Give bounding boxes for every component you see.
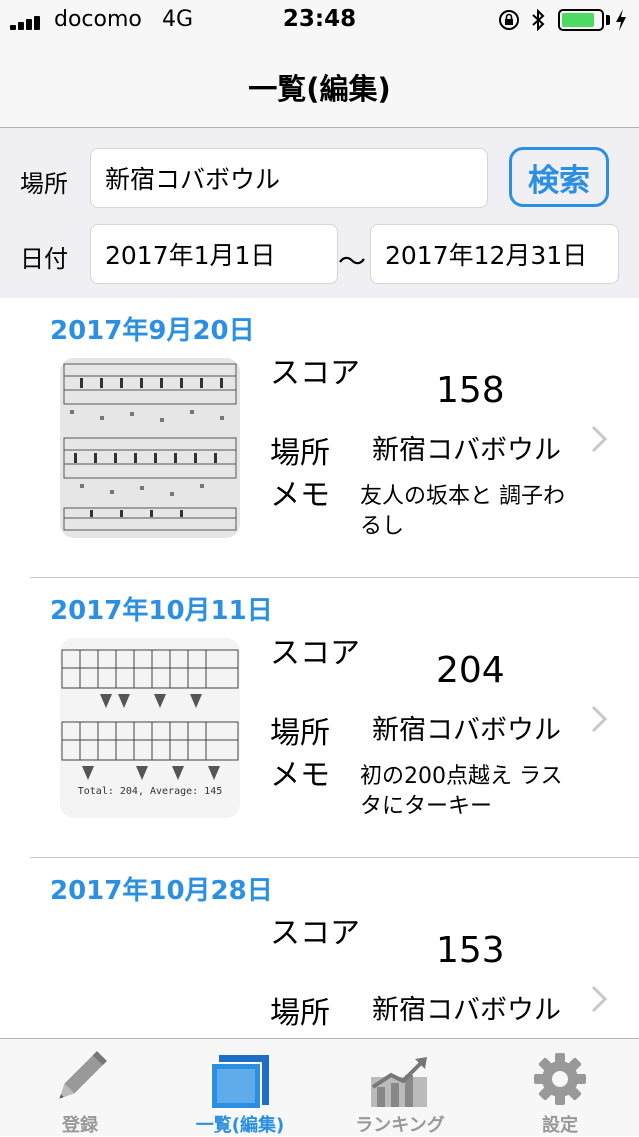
date-from-input[interactable]: 2017年1月1日 — [90, 224, 338, 284]
tab-label: 一覧(編集) — [195, 1115, 285, 1136]
date-to-input[interactable]: 2017年12月31日 — [370, 224, 619, 284]
scoresheet-thumbnail: Total: 204, Average: 145 — [60, 638, 240, 818]
chevron-right-icon — [591, 985, 608, 1013]
place-input[interactable]: 新宿コバボウル — [90, 148, 488, 208]
date-label: 日付 — [20, 245, 68, 273]
place-label: 場所 — [270, 716, 330, 751]
charging-bolt-icon — [616, 9, 626, 31]
place-value: 新宿コバボウル — [372, 715, 561, 746]
score-label: スコア — [270, 636, 360, 671]
score-list: 2017年9月20日 スコア 158 場所 新宿コバボウル メモ 友人の坂本と … — [0, 298, 639, 1038]
search-button[interactable]: 検索 — [509, 147, 609, 207]
tab-settings[interactable]: 設定 — [480, 1039, 639, 1137]
battery-tip — [606, 15, 610, 25]
score-label: スコア — [270, 356, 360, 391]
memo-value: 初の200点越え ラスタにターキー — [360, 764, 563, 819]
memo-label: メモ — [270, 1030, 330, 1038]
tab-list-edit[interactable]: 一覧(編集) — [160, 1039, 320, 1137]
place-input-value: 新宿コバボウル — [105, 165, 281, 194]
place-label: 場所 — [270, 996, 330, 1031]
memo-label: メモ — [270, 478, 330, 513]
gear-icon — [534, 1053, 586, 1105]
pencil-icon — [59, 1051, 107, 1099]
score-label: スコア — [270, 916, 360, 951]
tab-register[interactable]: 登録 — [0, 1039, 160, 1137]
tab-bar: 登録 一覧(編集) ランキング 設定 — [0, 1038, 639, 1136]
tab-label: 登録 — [62, 1115, 98, 1136]
bluetooth-icon — [532, 8, 545, 32]
item-date: 2017年10月28日 — [50, 876, 273, 906]
rotation-lock-icon — [499, 10, 519, 30]
tab-label: 設定 — [542, 1115, 578, 1136]
place-value: 新宿コバボウル — [372, 435, 561, 466]
date-to-value: 2017年12月31日 — [385, 241, 588, 270]
score-value: 153 — [436, 930, 505, 971]
battery-icon — [558, 9, 604, 31]
place-label: 場所 — [20, 170, 68, 198]
list-item[interactable]: 2017年9月20日 スコア 158 場所 新宿コバボウル メモ 友人の坂本と … — [0, 298, 639, 578]
tab-label: ランキング — [355, 1115, 445, 1136]
tab-ranking[interactable]: ランキング — [320, 1039, 480, 1137]
chevron-right-icon — [591, 425, 608, 453]
list-item[interactable]: 2017年10月28日 スコア 153 場所 新宿コバボウル メモ — [0, 858, 639, 1038]
list-icon — [210, 1055, 269, 1110]
date-from-value: 2017年1月1日 — [105, 241, 276, 270]
scoresheet-caption: Total: 204, Average: 145 — [77, 786, 223, 797]
battery-level — [562, 13, 594, 27]
item-date: 2017年10月11日 — [50, 596, 273, 626]
memo-label: メモ — [270, 758, 330, 793]
date-range-separator: ～ — [338, 245, 367, 278]
chevron-right-icon — [591, 705, 608, 733]
score-value: 204 — [436, 650, 505, 691]
scoresheet-thumbnail — [60, 358, 240, 538]
score-value: 158 — [436, 370, 505, 411]
navigation-bar: 一覧(編集) — [0, 40, 639, 128]
item-date: 2017年9月20日 — [50, 316, 255, 346]
list-item[interactable]: 2017年10月11日 Total: 204, Average: 145 スコア… — [0, 578, 639, 858]
chart-icon — [371, 1057, 427, 1107]
status-bar: docomo 4G 23:48 — [0, 0, 639, 40]
page-title: 一覧(編集) — [248, 72, 391, 106]
memo-value: 友人の坂本と 調子わるし — [360, 484, 565, 539]
place-value: 新宿コバボウル — [372, 995, 561, 1026]
filter-panel: 場所 新宿コバボウル 検索 日付 2017年1月1日 ～ 2017年12月31日 — [0, 128, 639, 298]
place-label: 場所 — [270, 436, 330, 471]
